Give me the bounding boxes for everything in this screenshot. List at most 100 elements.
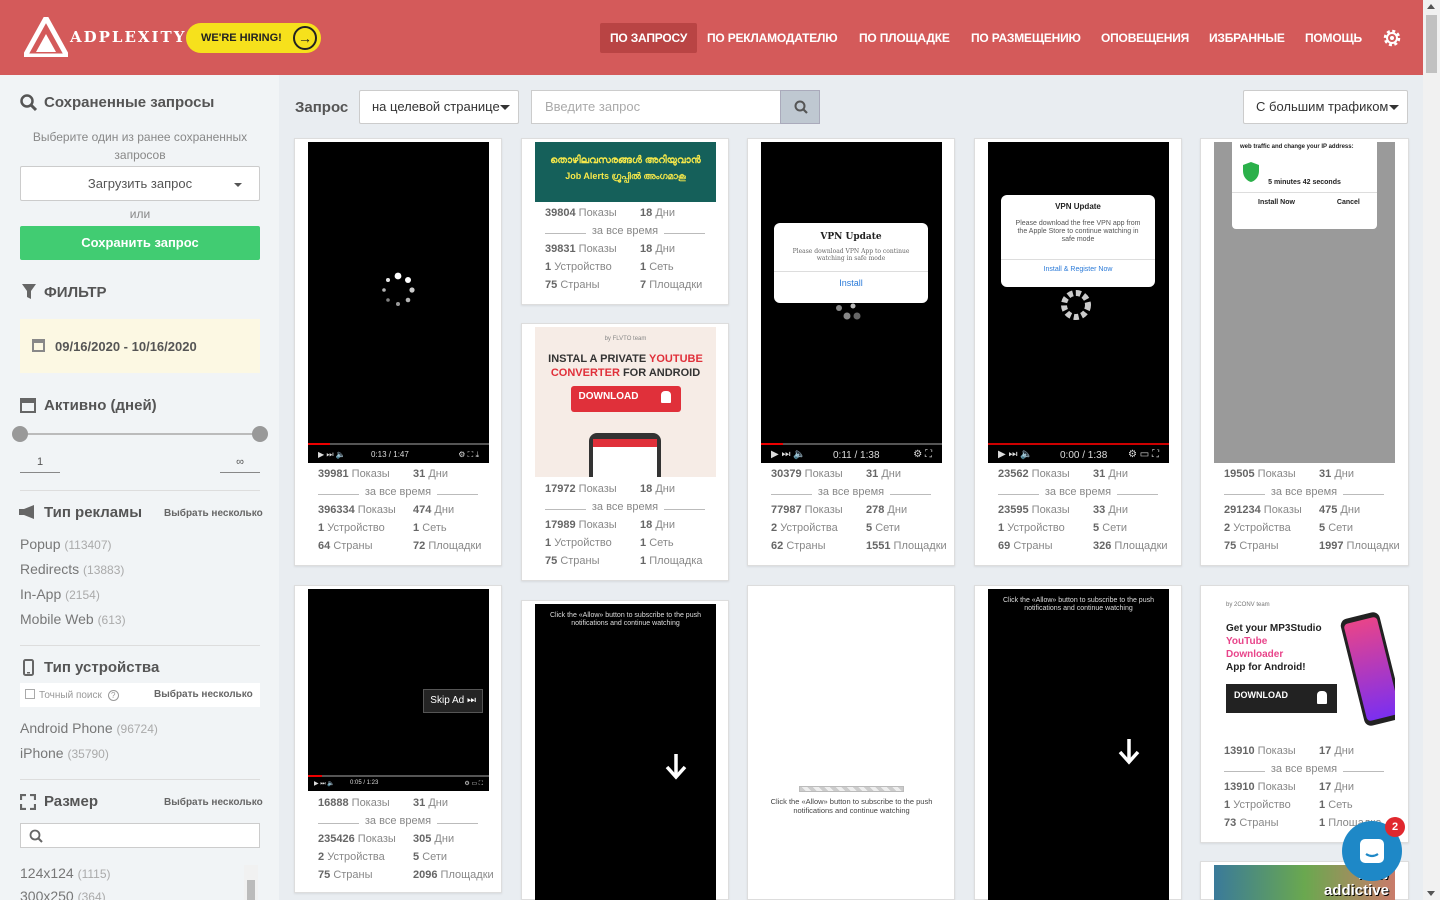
devices-label: Устройство (554, 537, 612, 549)
ad-card[interactable]: Click the «Allow» button to subscribe to… (747, 585, 955, 900)
ad-thumbnail[interactable]: VPN Update Please download VPN App to co… (761, 142, 942, 463)
nav-help[interactable]: ПОМОЩЬ (1295, 23, 1372, 53)
play-icon[interactable]: ▶ ⏭ 🔈 (771, 449, 806, 460)
save-query-button[interactable]: Сохранить запрос (20, 226, 260, 260)
thumb-popup-text: web traffic and change your IP address: (1240, 144, 1354, 150)
ad-card[interactable]: Click the «Allow» button to subscribe to… (974, 585, 1182, 900)
brand-logo[interactable]: ADPLEXITY (24, 17, 184, 57)
ad-thumbnail[interactable]: Click the «Allow» button to subscribe to… (761, 589, 942, 899)
ad-type-redirects[interactable]: Redirects (13883) (20, 561, 124, 577)
calendar-icon (20, 398, 36, 413)
thumb-popup: VPN Update Please download VPN App to co… (774, 223, 928, 303)
days-label: Дни (434, 833, 455, 845)
nav-by-site[interactable]: ПО ПЛОЩАДКЕ (849, 23, 960, 53)
play-icon[interactable]: ▶ ⏭ 🔈 (314, 780, 335, 788)
date-range-picker[interactable]: 09/16/2020 - 10/16/2020 (20, 319, 260, 373)
ad-card[interactable]: ▶ ⏭ 🔈 0:13 / 1:47 ⚙ ⛶ ⤓ 39981 Показы 31 Дни… (294, 138, 502, 566)
thumb-popup-title: VPN Update (1055, 202, 1101, 211)
ad-card[interactable]: VPN Update Please download VPN App to co… (747, 138, 955, 566)
device-pick-many[interactable]: Выбрать несколько (154, 689, 253, 700)
devices-value: 1 (1224, 799, 1231, 811)
video-controls[interactable]: ▶ ⏭ 🔈 0:11 / 1:38 ⚙ ⛶ (761, 443, 942, 463)
exact-search-checkbox[interactable] (25, 689, 35, 699)
active-days-max[interactable]: ∞ (220, 456, 260, 473)
play-icon[interactable]: ▶ ⏭ 🔈 (318, 450, 346, 460)
skip-ad-button: Skip Ad ⏭ (423, 689, 483, 713)
networks-value: 5 (1093, 522, 1100, 534)
thumb-popup-text: Please download VPN App to continue watc… (792, 248, 910, 262)
size-search-input[interactable] (20, 823, 260, 848)
play-icon[interactable]: ▶ ⏭ 🔈 (998, 449, 1033, 460)
ad-thumbnail[interactable]: Click the «Allow» button to subscribe to… (535, 604, 716, 900)
ad-type-pick-many[interactable]: Выбрать несколько (164, 508, 263, 519)
ad-thumbnail[interactable]: VPN Update Please download the free VPN … (988, 142, 1169, 463)
ad-thumbnail[interactable]: web traffic and change your IP address: … (1214, 142, 1395, 463)
scroll-up-icon[interactable] (1427, 4, 1435, 9)
ad-card[interactable]: തൊഴിലവസരങ്ങൾ അറിയുവാൻ Job Alerts ഗ്രൂപ്പ… (521, 138, 729, 305)
phone-image (1339, 610, 1395, 728)
ad-stats: 30379 Показы 31 Дни за все время 77987 По… (748, 468, 954, 558)
settings-icon[interactable]: ⚙ ▭ ⛶ (464, 780, 483, 788)
ad-card[interactable]: Skip Ad ⏭ ▶ ⏭ 🔈 0:05 / 1:23 ⚙ ▭ ⛶ 16888 По… (294, 585, 502, 893)
page-scrollbar[interactable] (1423, 0, 1440, 900)
search-button[interactable] (780, 90, 820, 124)
days-value: 17 (1319, 745, 1332, 757)
ad-thumbnail[interactable]: Click the «Allow» button to subscribe to… (988, 589, 1169, 900)
settings-icon[interactable]: ⚙ ▭ ⛶ (1128, 449, 1159, 460)
video-progress-track (308, 443, 489, 445)
nav-alerts[interactable]: ОПОВЕЩЕНИЯ (1091, 23, 1199, 53)
all-time-label: за все время (1264, 763, 1344, 775)
settings-icon[interactable]: ⚙ ⛶ (913, 449, 932, 460)
ad-type-inapp[interactable]: In-App (2154) (20, 586, 100, 602)
settings-icon[interactable]: ⚙ ⛶ ⤓ (458, 450, 479, 460)
ad-card[interactable]: web traffic and change your IP address: … (1200, 138, 1409, 566)
device-iphone[interactable]: iPhone (35790) (20, 745, 109, 761)
ad-type-mobile-web[interactable]: Mobile Web (613) (20, 611, 126, 627)
ad-card[interactable]: Click the «Allow» button to subscribe to… (521, 600, 729, 900)
scroll-down-icon[interactable] (1427, 891, 1435, 896)
load-query-dropdown[interactable]: Загрузить запрос (20, 166, 260, 201)
placements-value: 1551 (866, 540, 891, 552)
nav-by-query[interactable]: ПО ЗАПРОСУ (600, 23, 698, 53)
shield-icon (1243, 162, 1259, 182)
scroll-thumb[interactable] (247, 880, 255, 900)
ad-thumbnail[interactable]: തൊഴിലവസരങ്ങൾ അറിയുവാൻ Job Alerts ഗ്രൂപ്പ… (535, 142, 716, 202)
gear-icon[interactable] (1381, 27, 1403, 49)
ad-type-popup[interactable]: Popup (113407) (20, 536, 112, 552)
hiring-button[interactable]: WE'RE HIRING! → (186, 23, 321, 53)
ad-thumbnail[interactable]: ▶ ⏭ 🔈 0:13 / 1:47 ⚙ ⛶ ⤓ (308, 142, 489, 463)
slider-min-handle[interactable] (12, 426, 28, 442)
size-300x250[interactable]: 300x250 (364) (20, 888, 106, 900)
video-controls[interactable]: ▶ ⏭ 🔈 0:05 / 1:23 ⚙ ▭ ⛶ (308, 775, 489, 791)
query-scope-select[interactable]: на целевой странице (359, 90, 519, 124)
nav-by-placement[interactable]: ПО РАЗМЕЩЕНИЮ (961, 23, 1091, 53)
countries-value: 64 (318, 540, 331, 552)
ad-card[interactable]: by 2CONV team Get your MP3Studio YouTube… (1200, 585, 1409, 843)
video-controls[interactable]: ▶ ⏭ 🔈 0:00 / 1:38 ⚙ ▭ ⛶ (988, 443, 1169, 463)
nav-by-advertiser[interactable]: ПО РЕКЛАМОДАТЕЛЮ (697, 23, 847, 53)
ad-thumbnail[interactable]: by 2CONV team Get your MP3Studio YouTube… (1214, 589, 1395, 739)
active-days-slider[interactable] (12, 426, 268, 442)
ad-card[interactable]: by FLVTO team INSTAL A PRIVATE YOUTUBE C… (521, 323, 729, 581)
active-days-min[interactable]: 1 (20, 456, 60, 473)
all-time-label: за все время (1038, 486, 1118, 498)
thumb-title-highlight: YOUTUBE (649, 353, 703, 365)
device-android-phone[interactable]: Android Phone (96724) (20, 720, 158, 736)
help-icon[interactable]: ? (107, 690, 119, 701)
size-list-scrollbar[interactable] (244, 865, 258, 900)
query-input[interactable]: Введите запрос (531, 90, 781, 124)
ad-thumbnail[interactable]: by FLVTO team INSTAL A PRIVATE YOUTUBE C… (535, 327, 716, 477)
size-124x124[interactable]: 124x124 (1115) (20, 865, 111, 881)
nav-favorites[interactable]: ИЗБРАННЫЕ (1199, 23, 1295, 53)
saved-queries-title: Сохраненные запросы (44, 94, 215, 111)
sort-select[interactable]: С большим трафиком (1243, 90, 1408, 124)
video-controls[interactable]: ▶ ⏭ 🔈 0:13 / 1:47 ⚙ ⛶ ⤓ (308, 443, 489, 463)
countries-label: Страны (333, 869, 373, 881)
size-pick-many[interactable]: Выбрать несколько (164, 797, 263, 808)
chat-launcher-button[interactable]: 2 (1342, 817, 1405, 881)
slider-max-handle[interactable] (252, 426, 268, 442)
ad-thumbnail[interactable]: Skip Ad ⏭ ▶ ⏭ 🔈 0:05 / 1:23 ⚙ ▭ ⛶ (308, 589, 489, 791)
scroll-thumb[interactable] (1426, 15, 1437, 73)
ad-stats: 39804 Показы 18 Дни за все время 39831 По… (522, 207, 728, 297)
ad-card[interactable]: VPN Update Please download the free VPN … (974, 138, 1182, 566)
